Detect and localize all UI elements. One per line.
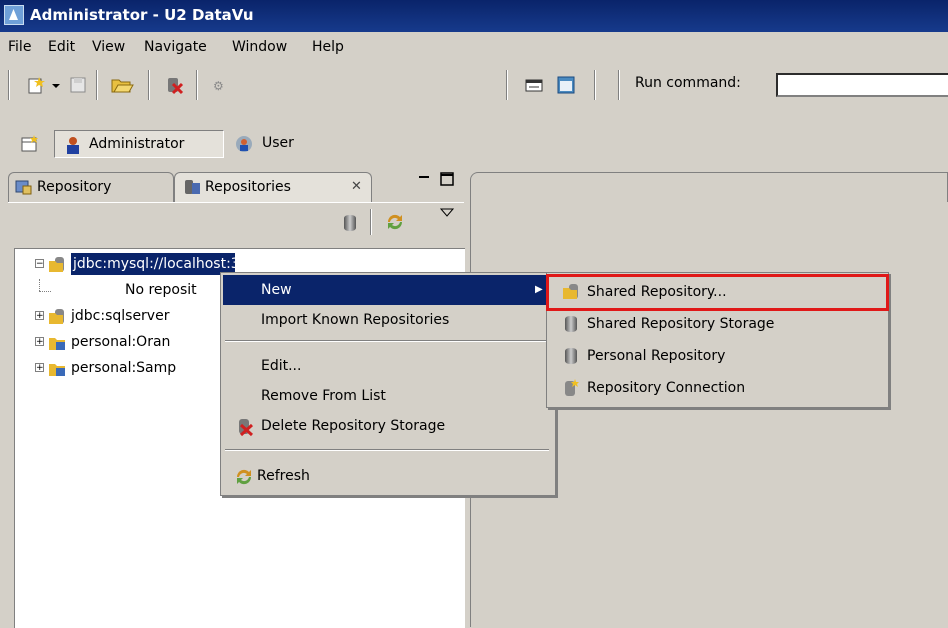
minimize-view-icon[interactable] (418, 172, 430, 184)
app-icon (4, 5, 24, 25)
shared-repository-icon (49, 309, 64, 324)
highlight-box (546, 274, 889, 311)
database-icon[interactable] (344, 215, 356, 231)
personal-repository-icon (49, 364, 65, 376)
expand-toggle[interactable]: + (35, 363, 44, 373)
toolbar-separator (96, 70, 98, 100)
console-icon[interactable] (524, 75, 544, 95)
run-tool-icon[interactable]: ⚙ (210, 75, 230, 95)
tab-repositories[interactable]: Repositories ✕ (174, 172, 372, 202)
perspective-administrator-label: Administrator (89, 136, 185, 152)
menu-separator (225, 449, 549, 451)
main-toolbar: ⚙ Run command: (0, 64, 948, 106)
submenu-item-label: Shared Repository Storage (587, 316, 775, 332)
submenu-item-repository-connection[interactable]: Repository Connection (549, 373, 886, 403)
menu-separator (225, 340, 549, 342)
menu-file[interactable]: File (2, 33, 37, 63)
delete-storage-icon (239, 419, 254, 437)
toolbar-separator (8, 70, 10, 100)
toolbar-separator (370, 209, 372, 235)
shared-repository-icon (49, 257, 64, 272)
tree-item-label: personal:Oran (71, 334, 171, 350)
database-icon (565, 316, 577, 332)
submenu-item-label: Personal Repository (587, 348, 726, 364)
view-menu-icon[interactable] (439, 207, 455, 223)
context-menu: New ▶ Import Known Repositories Edit... … (220, 272, 556, 496)
expand-toggle[interactable]: + (35, 311, 44, 321)
toolbar-separator (618, 70, 620, 100)
menu-item-refresh[interactable]: Refresh (223, 461, 553, 491)
menu-item-remove-label: Remove From List (261, 388, 386, 404)
open-folder-icon[interactable] (110, 75, 134, 95)
toolbar-separator (148, 70, 150, 100)
window-title: Administrator - U2 DataVu (30, 6, 254, 24)
submenu-item-label: Repository Connection (587, 380, 746, 396)
repositories-icon (185, 180, 200, 194)
submenu-item-shared-storage[interactable]: Shared Repository Storage (549, 309, 886, 339)
new-dropdown-icon[interactable] (50, 75, 62, 95)
menu-item-new[interactable]: New ▶ (223, 275, 553, 305)
database-icon (565, 348, 577, 364)
toolbar-separator (196, 70, 198, 100)
run-command-input[interactable] (776, 73, 948, 97)
tree-line (39, 291, 51, 293)
svg-text:⚙: ⚙ (213, 79, 224, 93)
tab-repository-label: Repository (37, 179, 112, 195)
perspective-user-label: User (262, 135, 294, 151)
submenu-item-personal-repository[interactable]: Personal Repository (549, 341, 886, 371)
menu-window[interactable]: Window (226, 33, 293, 63)
menu-navigate[interactable]: Navigate (138, 33, 213, 63)
perspective-user-button[interactable]: User (232, 130, 312, 158)
save-icon[interactable] (68, 75, 88, 95)
run-command-label: Run command: (635, 75, 741, 91)
tab-repositories-label: Repositories (205, 179, 291, 195)
menu-item-remove[interactable]: Remove From List (223, 381, 553, 411)
menu-item-import[interactable]: Import Known Repositories (223, 305, 553, 335)
delete-storage-icon[interactable] (164, 75, 184, 95)
menu-item-import-label: Import Known Repositories (261, 312, 450, 328)
view-tab-strip: Repository Repositories ✕ (8, 168, 464, 202)
menu-edit[interactable]: Edit (42, 33, 81, 63)
repository-icon (15, 180, 32, 195)
properties-icon[interactable] (556, 75, 576, 95)
tree-line (39, 279, 41, 291)
tree-item-label: No reposit (125, 282, 197, 298)
menu-item-edit-label: Edit... (261, 358, 302, 374)
perspective-bar: Administrator User (0, 128, 948, 162)
tree-item-label: jdbc:sqlserver (71, 308, 170, 324)
toolbar-separator (506, 70, 508, 100)
menu-item-edit[interactable]: Edit... (223, 351, 553, 381)
refresh-icon[interactable] (384, 211, 406, 237)
maximize-view-icon[interactable] (440, 172, 454, 186)
view-toolbar (8, 202, 464, 243)
collapse-toggle[interactable]: − (35, 259, 44, 269)
toolbar-separator (594, 70, 596, 100)
submenu-arrow-icon: ▶ (535, 284, 543, 295)
menu-bar: File Edit View Navigate Window Help (0, 33, 948, 63)
editor-tab-strip (470, 172, 948, 202)
close-tab-icon[interactable]: ✕ (351, 173, 362, 201)
menu-help[interactable]: Help (306, 33, 350, 63)
menu-item-refresh-label: Refresh (257, 468, 310, 484)
tree-item-label: jdbc:mysql://localhost:3306/rwdci (71, 253, 235, 275)
personal-repository-icon (49, 338, 65, 350)
tree-item-label: personal:Samp (71, 360, 177, 376)
administrator-icon (67, 137, 79, 154)
tab-repository[interactable]: Repository (8, 172, 174, 202)
refresh-icon (236, 469, 252, 485)
perspective-administrator-button[interactable]: Administrator (54, 130, 224, 158)
menu-item-delete-storage-label: Delete Repository Storage (261, 418, 446, 434)
new-wizard-icon[interactable] (26, 75, 46, 95)
menu-view[interactable]: View (86, 33, 131, 63)
expand-toggle[interactable]: + (35, 337, 44, 347)
open-perspective-icon[interactable] (20, 134, 40, 162)
user-icon (236, 136, 252, 152)
menu-item-new-label: New (261, 282, 292, 298)
repository-connection-icon (565, 379, 579, 396)
title-bar: Administrator - U2 DataVu (0, 0, 948, 32)
menu-item-delete-storage[interactable]: Delete Repository Storage (223, 411, 553, 441)
